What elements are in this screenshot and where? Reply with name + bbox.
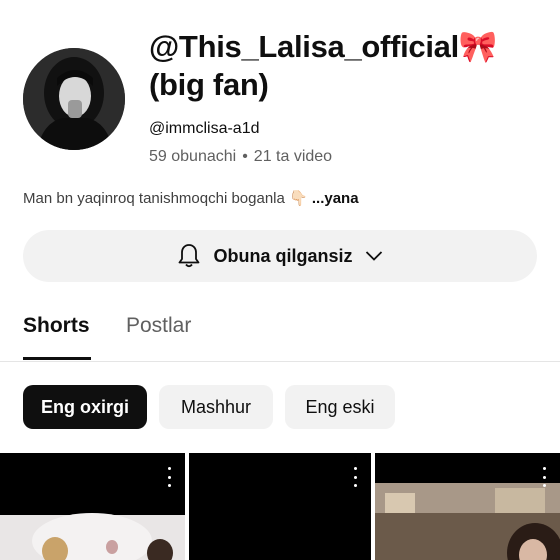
- subscribed-label: Obuna qilgansiz: [213, 245, 353, 266]
- tab-shorts[interactable]: Shorts: [23, 314, 90, 338]
- video-count: 21 ta video: [253, 148, 333, 165]
- channel-tabs: Shorts Postlar: [0, 300, 560, 362]
- more-options-icon[interactable]: [351, 467, 359, 487]
- thumbnail-image: [189, 453, 371, 560]
- short-thumbnail[interactable]: [0, 453, 185, 560]
- avatar-photo: [23, 48, 125, 150]
- filter-chip-popular[interactable]: Mashhur: [159, 385, 273, 429]
- more-options-icon[interactable]: [165, 467, 173, 487]
- subscriber-count: 59 obunachi: [149, 148, 237, 165]
- channel-avatar[interactable]: [23, 48, 125, 150]
- active-tab-indicator: [23, 357, 91, 360]
- description-more-link[interactable]: ...yana: [312, 190, 359, 207]
- bell-icon: [179, 244, 200, 268]
- thumbnail-image: [0, 453, 185, 560]
- subscribed-button[interactable]: Obuna qilgansiz: [23, 230, 537, 282]
- tab-posts[interactable]: Postlar: [126, 314, 191, 338]
- more-options-icon[interactable]: [540, 467, 548, 487]
- filter-chip-oldest[interactable]: Eng eski: [285, 385, 395, 429]
- chevron-down-icon: [365, 251, 382, 261]
- filter-chip-latest[interactable]: Eng oxirgi: [23, 385, 147, 429]
- channel-title: @This_Lalisa_official🎀 (big fan): [149, 29, 498, 102]
- thumbnail-image: [375, 453, 560, 560]
- channel-stats: 59 obunachi • 21 ta video: [149, 148, 332, 166]
- channel-handle: @immclisa-a1d: [149, 120, 260, 137]
- stats-separator: •: [242, 148, 248, 165]
- short-thumbnail[interactable]: [375, 453, 560, 560]
- channel-description[interactable]: Man bn yaqinroq tanishmoqchi boganla 👇🏻 …: [23, 189, 359, 207]
- short-thumbnail[interactable]: [189, 453, 371, 560]
- description-text: Man bn yaqinroq tanishmoqchi boganla 👇🏻: [23, 190, 308, 207]
